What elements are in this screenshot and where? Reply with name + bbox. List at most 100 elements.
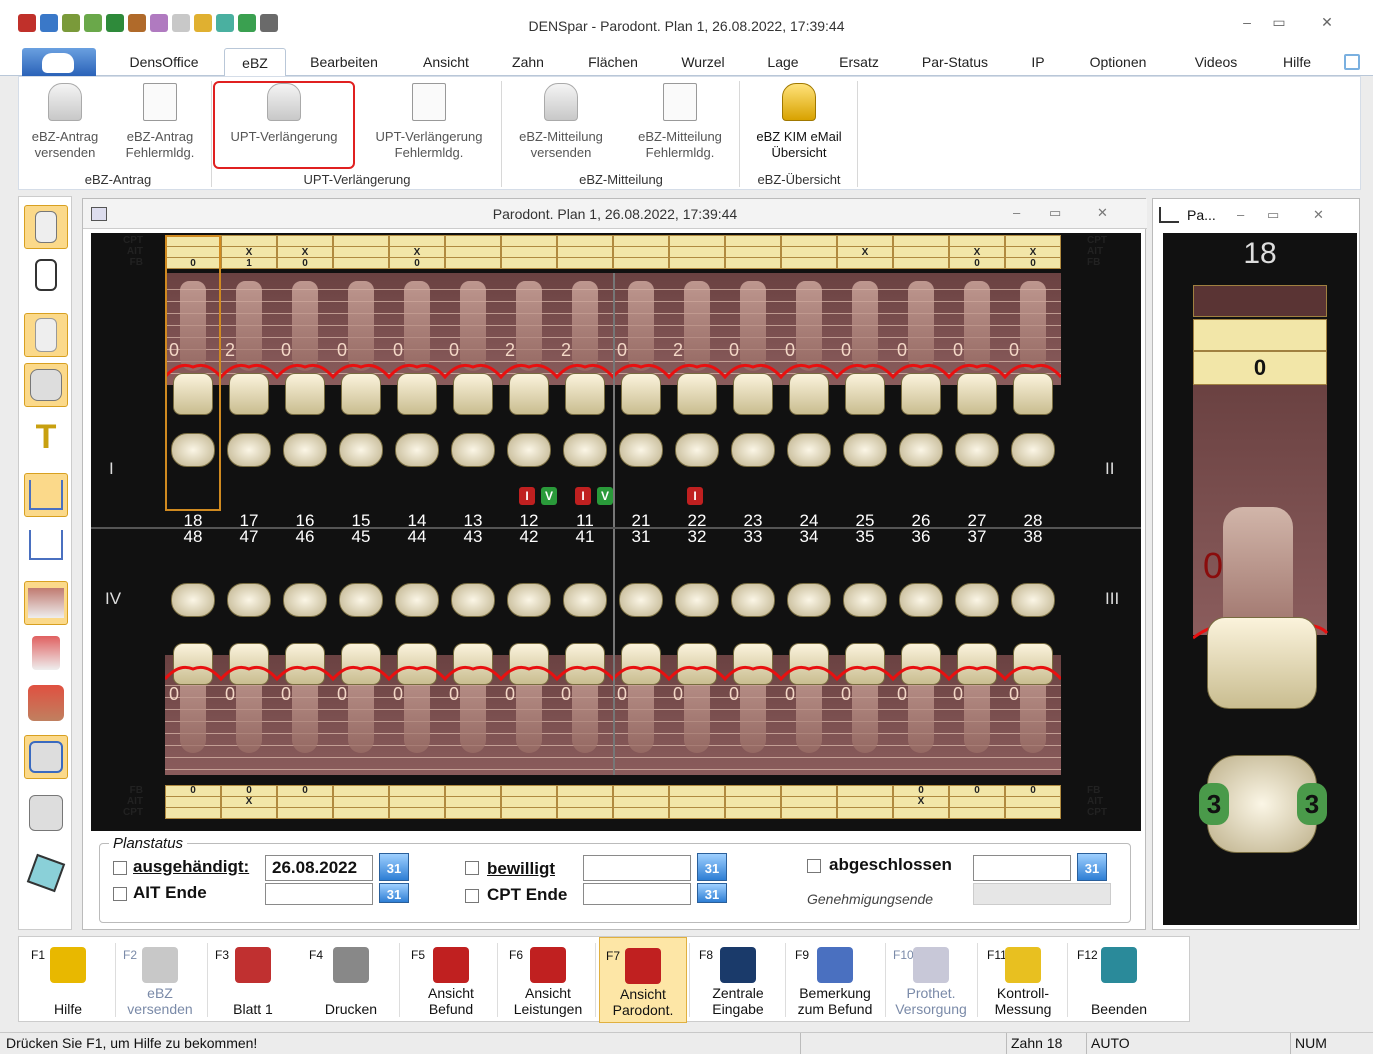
window-menu-icon[interactable] <box>91 207 107 221</box>
lower-tooth-number[interactable]: 46 <box>282 528 328 545</box>
ebz-kim-email-uebersicht-button[interactable]: eBZ KIM eMail Übersicht <box>745 83 853 161</box>
tab-ip[interactable]: IP <box>1018 48 1058 76</box>
lower-tooth-number[interactable]: 45 <box>338 528 384 545</box>
tab-videos[interactable]: Videos <box>1180 48 1252 76</box>
lower-tooth-number[interactable]: 43 <box>450 528 496 545</box>
lower-tooth-occlusal[interactable] <box>395 583 439 617</box>
pane-close-button[interactable]: ✕ <box>1313 207 1324 223</box>
fkey-f9-button[interactable]: F9 Bemerkung zum Befund <box>789 937 881 1023</box>
ait-ende-checkbox[interactable] <box>113 887 127 901</box>
tab-par-status[interactable]: Par-Status <box>910 48 1000 76</box>
chart-cell[interactable] <box>389 807 445 819</box>
root-view-icon[interactable] <box>24 681 68 725</box>
fkey-f5-button[interactable]: F5 Ansicht Befund <box>405 937 497 1023</box>
fkey-f2-button[interactable]: F2 eBZ versenden <box>117 937 203 1023</box>
tab-flaechen[interactable]: Flächen <box>574 48 652 76</box>
calendar-icon[interactable]: 31 <box>379 883 409 903</box>
fkey-f7-button[interactable]: F7 Ansicht Parodont. <box>599 937 687 1023</box>
abgeschlossen-checkbox[interactable] <box>807 859 821 873</box>
lower-tooth-number[interactable]: 41 <box>562 528 608 545</box>
upper-tooth-occlusal[interactable] <box>843 433 887 467</box>
tab-ebz[interactable]: eBZ <box>224 48 286 76</box>
chart-cell[interactable] <box>445 257 501 269</box>
measurement-alt-icon[interactable] <box>24 523 68 567</box>
lower-tooth-occlusal[interactable] <box>451 583 495 617</box>
bewilligt-input[interactable] <box>583 855 691 881</box>
chart-cell[interactable] <box>725 257 781 269</box>
fkey-f10-button[interactable]: F10 Prothet. Versorgung <box>887 937 975 1023</box>
lower-tooth-number[interactable]: 42 <box>506 528 552 545</box>
calendar-icon[interactable]: 31 <box>697 853 727 881</box>
chart-cell[interactable] <box>557 807 613 819</box>
lower-tooth-occlusal[interactable] <box>171 583 215 617</box>
ebz-antrag-fehlermldg-button[interactable]: eBZ-Antrag Fehlermldg. <box>115 83 205 161</box>
lower-tooth-occlusal[interactable] <box>787 583 831 617</box>
lower-tooth-number[interactable]: 48 <box>170 528 216 545</box>
fkey-f3-button[interactable]: F3 Blatt 1 <box>209 937 297 1023</box>
text-tool-icon[interactable]: T <box>24 415 68 459</box>
tab-densoffice[interactable]: DensOffice <box>108 48 220 76</box>
chart-cell[interactable] <box>557 257 613 269</box>
lower-tooth-occlusal[interactable] <box>899 583 943 617</box>
ribbon-collapse-icon[interactable] <box>1344 54 1360 70</box>
tooth-view-3-icon[interactable] <box>24 205 68 249</box>
lower-tooth-number[interactable]: 33 <box>730 528 776 545</box>
ausgehaendigt-date-input[interactable]: 26.08.2022 <box>265 855 373 881</box>
lower-tooth-occlusal[interactable] <box>955 583 999 617</box>
chart-cell[interactable] <box>837 257 893 269</box>
upt-verlaengerung-fehlermldg-button[interactable]: UPT-Verlängerung Fehlermldg. <box>363 83 495 161</box>
calendar-icon[interactable]: 31 <box>697 883 727 903</box>
lower-tooth-number[interactable]: 37 <box>954 528 1000 545</box>
ait-ende-input[interactable] <box>265 883 373 905</box>
upper-tooth-occlusal[interactable] <box>787 433 831 467</box>
upper-tooth-occlusal[interactable] <box>507 433 551 467</box>
lower-tooth-occlusal[interactable] <box>1011 583 1055 617</box>
periodontal-chart[interactable]: CPT CPT AIT AIT FB FB FB FB AIT AIT CPT CPT 0 0 X 1 0 X X 0… <box>91 233 1141 831</box>
lower-tooth-occlusal[interactable] <box>339 583 383 617</box>
cpt-ende-input[interactable] <box>583 883 691 905</box>
tooth-detail-view[interactable]: 18 0 0 3 3 <box>1163 233 1357 925</box>
chart-cell[interactable] <box>501 257 557 269</box>
maximize-button[interactable]: ▭ <box>1264 14 1294 31</box>
chart-cell[interactable] <box>669 807 725 819</box>
fkey-f11-button[interactable]: F11 Kontroll- Messung <box>981 937 1065 1023</box>
upper-tooth-occlusal[interactable] <box>955 433 999 467</box>
lower-tooth-number[interactable]: 44 <box>394 528 440 545</box>
chart-cell[interactable] <box>837 807 893 819</box>
tab-wurzel[interactable]: Wurzel <box>668 48 738 76</box>
lower-tooth-occlusal[interactable] <box>675 583 719 617</box>
chart-cell[interactable] <box>333 257 389 269</box>
gum-view-icon[interactable] <box>24 581 68 625</box>
minimize-button[interactable]: – <box>1232 14 1262 30</box>
cpt-ende-checkbox[interactable] <box>465 889 479 903</box>
paint-tooth-icon[interactable] <box>24 851 68 895</box>
chart-cell[interactable] <box>949 807 1005 819</box>
lower-tooth-occlusal[interactable] <box>227 583 271 617</box>
tooth-side-icon[interactable] <box>24 313 68 357</box>
calendar-icon[interactable]: 31 <box>1077 853 1107 881</box>
chart-cell[interactable] <box>277 807 333 819</box>
lower-tooth-occlusal[interactable] <box>843 583 887 617</box>
doc-close-button[interactable]: ✕ <box>1097 205 1108 221</box>
bewilligt-checkbox[interactable] <box>465 861 479 875</box>
chart-cell[interactable] <box>1005 807 1061 819</box>
chart-cell[interactable] <box>893 807 949 819</box>
lower-tooth-number[interactable]: 35 <box>842 528 888 545</box>
chart-cell[interactable] <box>221 807 277 819</box>
measurement-icon[interactable] <box>24 473 68 517</box>
fkey-f12-button[interactable]: F12 Beenden <box>1071 937 1167 1023</box>
lower-tooth-number[interactable]: 34 <box>786 528 832 545</box>
lower-tooth-number[interactable]: 31 <box>618 528 664 545</box>
lower-tooth-occlusal[interactable] <box>283 583 327 617</box>
chart-cell[interactable] <box>445 807 501 819</box>
ebz-mitteilung-fehlermldg-button[interactable]: eBZ-Mitteilung Fehlermldg. <box>625 83 735 161</box>
ebz-mitteilung-versenden-button[interactable]: eBZ-Mitteilung versenden <box>507 83 615 161</box>
upper-tooth-occlusal[interactable] <box>731 433 775 467</box>
chart-cell[interactable] <box>501 807 557 819</box>
tab-lage[interactable]: Lage <box>754 48 812 76</box>
tooth-top-icon[interactable] <box>24 363 68 407</box>
fkey-f1-button[interactable]: F1 Hilfe <box>25 937 111 1023</box>
tooth-view-2-icon[interactable] <box>24 253 68 297</box>
pane-minimize-button[interactable]: – <box>1237 207 1244 222</box>
lower-tooth-occlusal[interactable] <box>619 583 663 617</box>
